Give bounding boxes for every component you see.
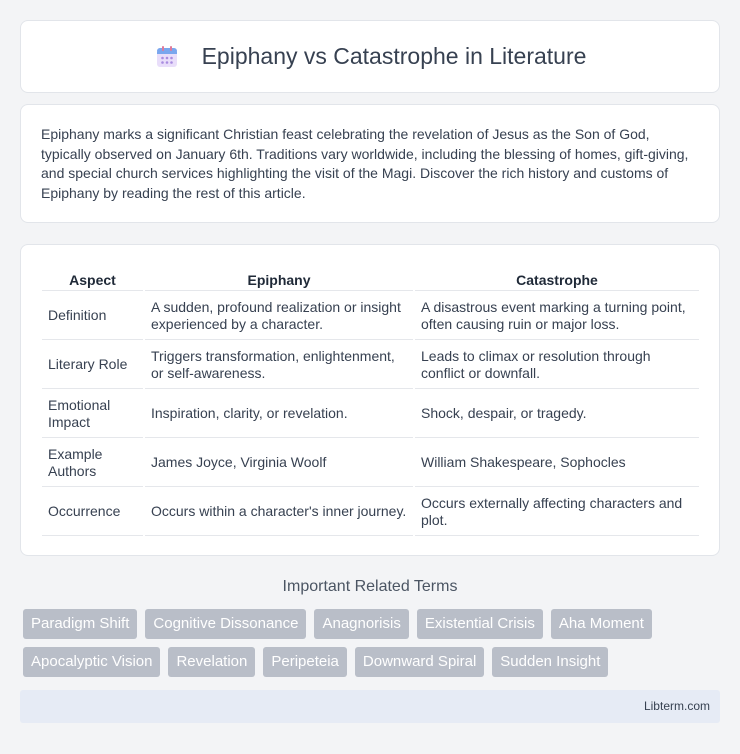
intro-text: Epiphany marks a significant Christian f… bbox=[41, 126, 689, 201]
related-tag[interactable]: Existential Crisis bbox=[416, 609, 543, 639]
table-header-row: Aspect Epiphany Catastrophe bbox=[42, 267, 699, 291]
intro-card: Epiphany marks a significant Christian f… bbox=[20, 104, 720, 223]
related-tag[interactable]: Sudden Insight bbox=[492, 647, 609, 677]
related-tag[interactable]: Paradigm Shift bbox=[23, 609, 138, 639]
row-epiphany: Inspiration, clarity, or revelation. bbox=[145, 391, 413, 438]
row-aspect: Emotional Impact bbox=[42, 391, 143, 438]
row-epiphany: Occurs within a character's inner journe… bbox=[145, 489, 413, 536]
row-epiphany: James Joyce, Virginia Woolf bbox=[145, 440, 413, 487]
related-tag[interactable]: Anagnorisis bbox=[314, 609, 409, 639]
title-card: Epiphany vs Catastrophe in Literature bbox=[20, 20, 720, 93]
row-epiphany: Triggers transformation, enlightenment, … bbox=[145, 342, 413, 389]
header-catastrophe: Catastrophe bbox=[415, 267, 699, 291]
table-row: Emotional Impact Inspiration, clarity, o… bbox=[42, 391, 699, 438]
row-catastrophe: A disastrous event marking a turning poi… bbox=[415, 293, 699, 340]
table-row: Occurrence Occurs within a character's i… bbox=[42, 489, 699, 536]
related-tag[interactable]: Downward Spiral bbox=[354, 647, 485, 677]
row-aspect: Occurrence bbox=[42, 489, 143, 536]
row-aspect: Example Authors bbox=[42, 440, 143, 487]
row-catastrophe: Occurs externally affecting characters a… bbox=[415, 489, 699, 536]
row-catastrophe: Leads to climax or resolution through co… bbox=[415, 342, 699, 389]
related-tag[interactable]: Revelation bbox=[168, 647, 256, 677]
row-epiphany: A sudden, profound realization or insigh… bbox=[145, 293, 413, 340]
page-title: Epiphany vs Catastrophe in Literature bbox=[201, 43, 587, 69]
table-row: Literary Role Triggers transformation, e… bbox=[42, 342, 699, 389]
comparison-table: Aspect Epiphany Catastrophe Definition A… bbox=[40, 265, 701, 538]
related-tag[interactable]: Cognitive Dissonance bbox=[145, 609, 307, 639]
header-epiphany: Epiphany bbox=[145, 267, 413, 291]
table-row: Definition A sudden, profound realizatio… bbox=[42, 293, 699, 340]
comparison-table-card: Aspect Epiphany Catastrophe Definition A… bbox=[20, 244, 720, 556]
calendar-icon bbox=[156, 45, 177, 67]
related-tag[interactable]: Peripeteia bbox=[263, 647, 347, 677]
header-aspect: Aspect bbox=[42, 267, 143, 291]
related-terms-tags: Paradigm Shift Cognitive Dissonance Anag… bbox=[23, 609, 723, 677]
row-catastrophe: Shock, despair, or tragedy. bbox=[415, 391, 699, 438]
related-terms-title: Important Related Terms bbox=[282, 578, 458, 595]
related-tag[interactable]: Aha Moment bbox=[550, 609, 652, 639]
footer: Libterm.com bbox=[20, 690, 720, 723]
row-aspect: Definition bbox=[42, 293, 143, 340]
row-catastrophe: William Shakespeare, Sophocles bbox=[415, 440, 699, 487]
related-tag[interactable]: Apocalyptic Vision bbox=[23, 647, 161, 677]
table-row: Example Authors James Joyce, Virginia Wo… bbox=[42, 440, 699, 487]
footer-site-link[interactable]: Libterm.com bbox=[644, 699, 710, 713]
row-aspect: Literary Role bbox=[42, 342, 143, 389]
